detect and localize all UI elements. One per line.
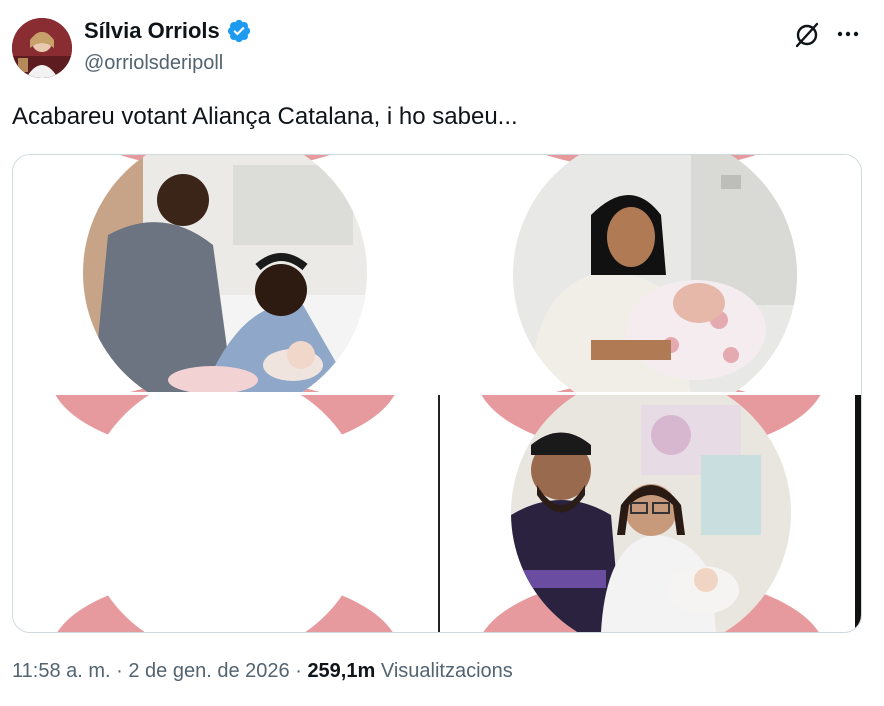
grok-icon[interactable] xyxy=(792,20,822,50)
tweet-text: Acabareu votant Aliança Catalana, i ho s… xyxy=(12,103,518,130)
media-photo-3[interactable] xyxy=(13,395,437,632)
avatar-image xyxy=(12,18,72,78)
tweet-time[interactable]: 11:58 a. m. xyxy=(12,660,111,682)
media-photo-4[interactable] xyxy=(441,395,861,632)
views-label: Visualitzacions xyxy=(380,660,513,682)
verified-badge-icon xyxy=(226,18,252,44)
media-photo-1[interactable] xyxy=(13,155,437,392)
media-divider-horizontal xyxy=(13,392,861,395)
avatar[interactable] xyxy=(12,18,72,78)
media-grid[interactable] xyxy=(12,154,862,633)
tweet-date[interactable]: 2 de gen. de 2026 xyxy=(128,660,289,682)
author-handle[interactable]: @orriolsderipoll xyxy=(84,52,223,75)
views-count: 259,1m xyxy=(307,660,376,682)
author-name[interactable]: Sílvia Orriols xyxy=(84,18,220,44)
more-icon[interactable] xyxy=(834,20,862,48)
media-photo-2[interactable] xyxy=(441,155,861,392)
media-divider-vertical-lower xyxy=(438,395,440,632)
tweet-meta: 11:58 a. m. · 2 de gen. de 2026 · 259,1m… xyxy=(12,660,513,683)
meta-separator: · xyxy=(116,660,123,682)
meta-separator: · xyxy=(295,660,302,682)
